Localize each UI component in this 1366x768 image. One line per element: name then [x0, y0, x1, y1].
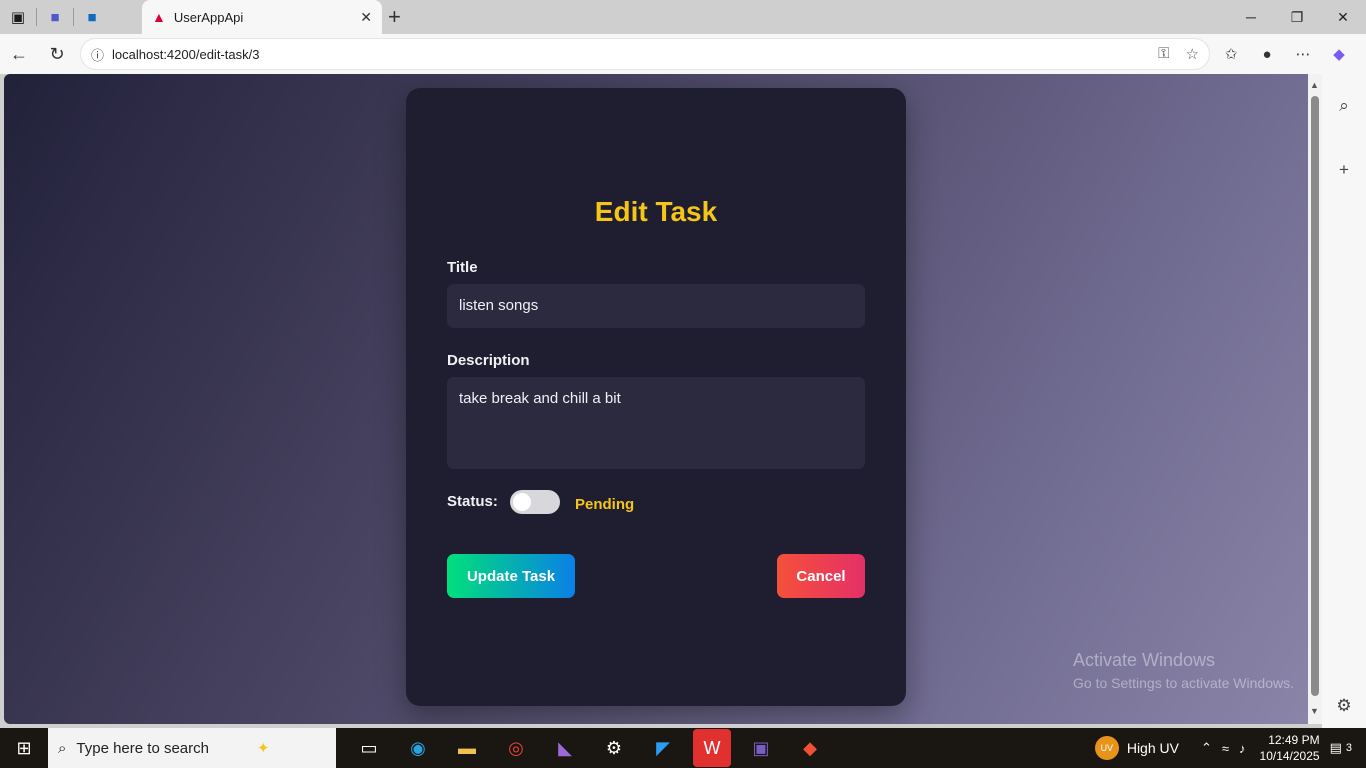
teams-tab-icon[interactable]: ■: [37, 2, 73, 32]
terminal-icon[interactable]: ▣: [742, 729, 780, 767]
page-viewport: Edit Task Title listen songs Description…: [4, 74, 1308, 724]
toggle-knob: [513, 493, 531, 511]
more-icon[interactable]: ⋯: [1292, 45, 1314, 63]
outlook-tab-icon[interactable]: ■: [74, 2, 110, 32]
date: 10/14/2025: [1259, 749, 1320, 763]
settings-gear-icon[interactable]: ⚙: [595, 729, 633, 767]
activation-watermark: Activate Windows Go to Settings to activ…: [1073, 650, 1294, 691]
restore-icon[interactable]: ❐: [1274, 0, 1320, 34]
clock[interactable]: 12:49 PM 10/14/2025: [1260, 732, 1320, 764]
tab-bar: ▣ ■ ■ ▲ UserAppApi ✕ + ─ ❐ ✕: [0, 0, 1366, 34]
page-title: Edit Task: [594, 196, 718, 227]
info-icon[interactable]: ⓘ: [91, 45, 104, 64]
favorites-icon[interactable]: ✩: [1220, 45, 1242, 63]
minimize-icon[interactable]: ─: [1228, 0, 1274, 34]
title-input[interactable]: listen songs: [447, 284, 865, 328]
taskbar-search[interactable]: ⌕ Type here to search ✦: [48, 728, 336, 768]
address-bar[interactable]: ⓘ localhost:4200/edit-task/3 ⚿ ☆: [80, 38, 1210, 70]
key-icon[interactable]: ⚿: [1158, 45, 1169, 63]
search-icon[interactable]: ⌕: [1322, 74, 1366, 138]
new-tab-icon[interactable]: +: [388, 4, 401, 30]
tab-active[interactable]: ▲ UserAppApi ✕: [142, 0, 382, 34]
notifications-icon[interactable]: ▤: [1330, 740, 1342, 756]
edge-sidebar: ⌕ + ⚙: [1322, 74, 1366, 728]
update-task-button[interactable]: Update Task: [447, 554, 575, 598]
windows-start-icon[interactable]: ⊞: [0, 728, 48, 768]
url-text: localhost:4200/edit-task/3: [112, 46, 260, 62]
refresh-icon[interactable]: ↻: [38, 35, 76, 73]
chevron-up-icon[interactable]: ⌃: [1201, 740, 1212, 756]
watermark-line1: Activate Windows: [1073, 650, 1216, 670]
copilot-icon[interactable]: ◆: [1328, 45, 1350, 63]
status-value: Pending: [575, 496, 635, 513]
scroll-up-icon[interactable]: ▲: [1310, 80, 1319, 90]
vscode-icon[interactable]: ◤: [644, 729, 682, 767]
watermark-line2: Go to Settings to activate Windows.: [1073, 675, 1294, 691]
scroll-down-icon[interactable]: ▼: [1310, 706, 1319, 716]
search-icon: ⌕: [58, 739, 67, 757]
search-placeholder: Type here to search: [76, 739, 209, 757]
angular-icon: ▲: [152, 9, 166, 25]
weather-text[interactable]: High UV: [1127, 740, 1179, 756]
edit-task-card: Edit Task Title listen songs Description…: [406, 88, 906, 706]
wps-icon[interactable]: W: [693, 729, 731, 767]
window-controls: ─ ❐ ✕: [1228, 0, 1366, 34]
description-label: Description: [447, 352, 530, 369]
add-icon[interactable]: +: [1322, 138, 1366, 202]
description-textarea[interactable]: take break and chill a bit: [447, 377, 865, 469]
scroll-thumb[interactable]: [1311, 96, 1319, 696]
git-icon[interactable]: ◆: [791, 729, 829, 767]
file-explorer-icon[interactable]: ▬: [448, 729, 486, 767]
uv-badge-icon: UV: [1094, 736, 1119, 760]
network-icon[interactable]: ≈: [1222, 741, 1229, 756]
task-view-icon[interactable]: ▭: [350, 729, 388, 767]
chrome-icon[interactable]: ◎: [497, 729, 535, 767]
scrollbar[interactable]: ▲ ▼: [1308, 74, 1322, 724]
address-bar-row: ← ↻ ⓘ localhost:4200/edit-task/3 ⚿ ☆ ✩ ●…: [0, 34, 1366, 74]
taskbar: ⊞ ⌕ Type here to search ✦ ▭ ◉ ▬ ◎ ◣ ⚙ ◤ …: [0, 728, 1366, 768]
status-label: Status:: [447, 493, 498, 510]
close-window-icon[interactable]: ✕: [1320, 0, 1366, 34]
favorite-star-icon[interactable]: ☆: [1186, 45, 1199, 63]
cancel-button[interactable]: Cancel: [777, 554, 865, 598]
back-icon[interactable]: ←: [0, 35, 38, 73]
title-label: Title: [447, 259, 478, 276]
close-icon[interactable]: ✕: [360, 9, 372, 26]
time: 12:49 PM: [1268, 733, 1320, 747]
profile-avatar-icon[interactable]: ●: [1256, 46, 1278, 63]
edge-icon[interactable]: ◉: [399, 729, 437, 767]
visual-studio-icon[interactable]: ◣: [546, 729, 584, 767]
sparkle-icon: ✦: [256, 740, 270, 757]
status-toggle[interactable]: [510, 490, 560, 514]
tab-title: UserAppApi: [173, 9, 244, 25]
notification-count: 3: [1345, 742, 1352, 754]
volume-icon[interactable]: ♪: [1239, 741, 1246, 756]
system-tray: UV High UV ⌃ ≈ ♪ 12:49 PM 10/14/2025 ▤ 3: [1094, 728, 1366, 768]
tab-actions-icon[interactable]: ▣: [0, 2, 36, 32]
